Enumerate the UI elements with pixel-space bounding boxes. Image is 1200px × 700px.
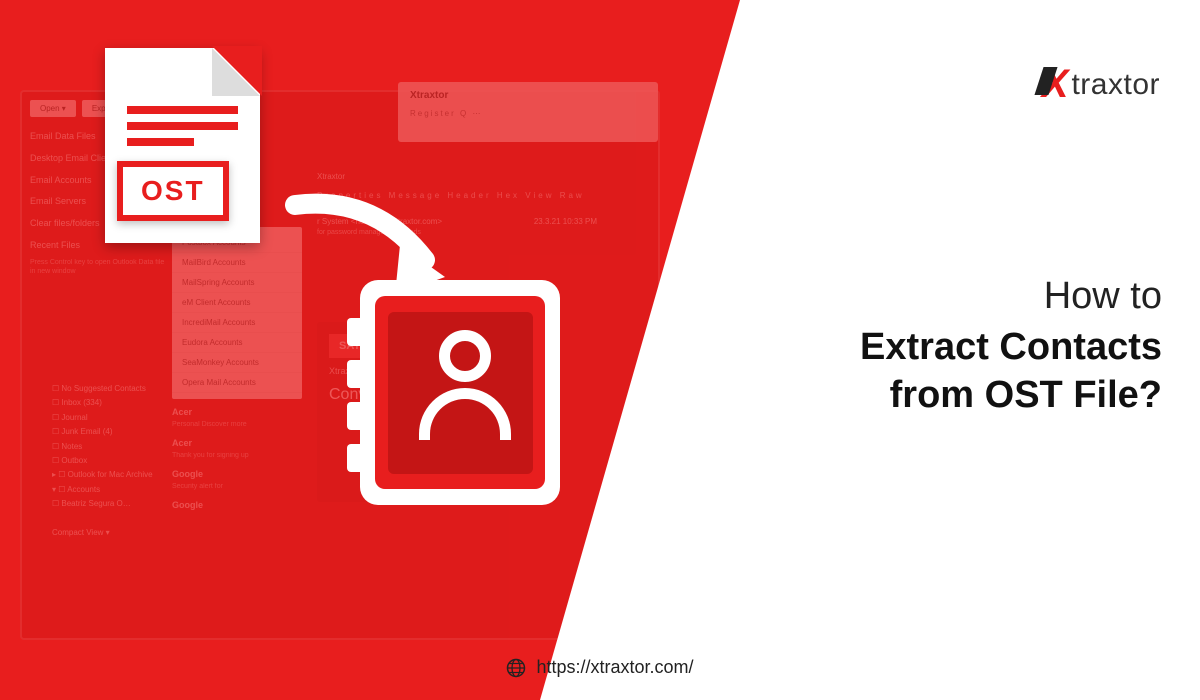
globe-icon [506,658,526,678]
headline-line2: Extract Contacts [860,324,1162,372]
bg-open-button: Open ▾ [30,100,76,117]
bg-browser-title: Xtraxtor [398,82,658,109]
bg-email-list: AcerPersonal Discover more AcerThank you… [172,407,302,514]
headline-line1: How to [860,275,1162,318]
footer: https://xtraxtor.com/ [0,657,1200,678]
brand-logo: X traxtor [1042,62,1160,107]
headline: How to Extract Contacts from OST File? [860,275,1162,419]
footer-url[interactable]: https://xtraxtor.com/ [536,657,693,678]
logo-x-icon: X [1042,62,1069,107]
headline-line3: from OST File? [860,372,1162,420]
ost-badge-label: OST [141,175,205,207]
ost-file-icon: OST [105,48,280,253]
bg-folder-tree: ☐ No Suggested Contacts ☐ Inbox (334) ☐ … [52,382,162,540]
person-icon [415,330,515,460]
bg-browser-sub: Register Q ⋯ [398,109,658,118]
brand-name: traxtor [1071,68,1160,102]
contact-book-icon [335,280,560,505]
